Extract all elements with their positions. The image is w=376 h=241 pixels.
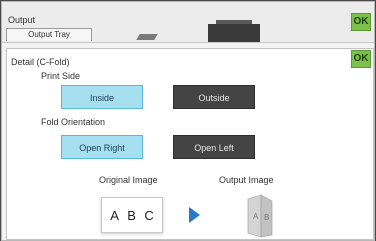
detail-title: Detail (C-Fold) <box>11 57 70 67</box>
original-letter-c: C <box>144 207 154 223</box>
output-letter-a: A <box>253 212 259 221</box>
open-left-button[interactable]: Open Left <box>173 135 255 159</box>
output-ok-button[interactable]: OK <box>351 13 371 31</box>
outside-button[interactable]: Outside <box>173 85 255 109</box>
output-image-label: Output Image <box>219 175 274 185</box>
detail-panel: Detail (C-Fold) OK Print Side Inside Out… <box>6 48 374 240</box>
machine-flap-icon <box>136 34 158 40</box>
output-header: Output Output Tray OK <box>2 2 374 43</box>
arrow-right-icon <box>189 207 200 223</box>
folded-paper-icon: A B <box>247 194 273 238</box>
machine-icon <box>208 24 260 42</box>
original-letter-a: A <box>110 207 119 223</box>
original-image-label: Original Image <box>99 175 158 185</box>
output-dialog: Output Output Tray OK Detail (C-Fold) OK… <box>1 1 375 241</box>
output-title: Output <box>8 15 36 25</box>
print-side-label: Print Side <box>41 71 81 81</box>
original-image-card: A B C <box>101 197 163 233</box>
output-letter-b: B <box>264 213 269 222</box>
inside-button[interactable]: Inside <box>61 85 143 109</box>
output-tray-tab[interactable]: Output Tray <box>6 28 92 41</box>
original-letter-b: B <box>127 207 136 223</box>
detail-ok-button[interactable]: OK <box>351 50 371 68</box>
fold-orientation-label: Fold Orientation <box>41 117 106 127</box>
open-right-button[interactable]: Open Right <box>61 135 143 159</box>
